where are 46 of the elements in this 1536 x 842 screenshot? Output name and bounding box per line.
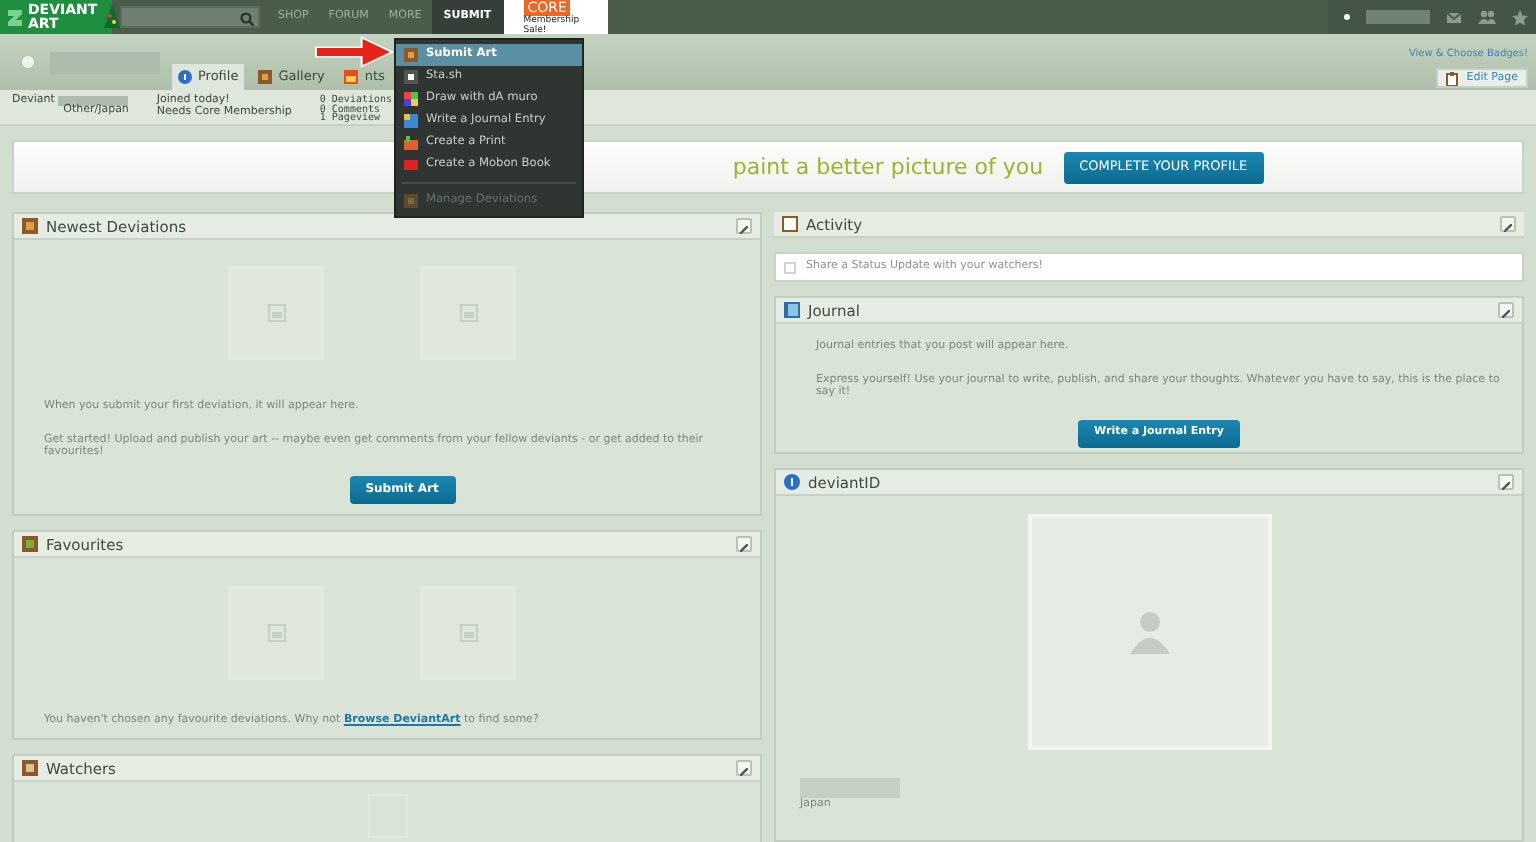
frame-icon bbox=[404, 194, 418, 208]
redacted-name bbox=[58, 96, 129, 106]
status-dot-icon bbox=[1344, 14, 1350, 20]
edit-button[interactable] bbox=[1500, 216, 1516, 232]
print-icon bbox=[344, 70, 359, 84]
arrow-icon bbox=[314, 36, 394, 68]
pencil-icon bbox=[1502, 481, 1510, 490]
square-icon bbox=[404, 70, 418, 84]
image-icon bbox=[459, 304, 477, 322]
star-icon[interactable] bbox=[1512, 9, 1528, 25]
edit-button[interactable] bbox=[1498, 302, 1514, 318]
search-icon[interactable] bbox=[240, 12, 254, 26]
book-icon bbox=[404, 158, 418, 172]
mail-icon[interactable] bbox=[1446, 11, 1462, 23]
tree-icon bbox=[101, 2, 122, 32]
checkbox-icon bbox=[784, 261, 796, 273]
image-icon bbox=[459, 624, 477, 642]
pencil-icon bbox=[740, 543, 748, 552]
print-icon bbox=[404, 136, 418, 150]
image-icon bbox=[267, 304, 285, 322]
frame-icon bbox=[22, 760, 38, 776]
book-icon bbox=[784, 302, 800, 318]
palette-icon bbox=[404, 92, 418, 106]
info-icon bbox=[784, 474, 800, 490]
edit-button[interactable] bbox=[1498, 474, 1514, 490]
clipboard-icon bbox=[782, 216, 798, 232]
logo-mark-icon bbox=[6, 7, 24, 27]
image-icon bbox=[267, 624, 285, 642]
pencil-icon bbox=[740, 225, 748, 234]
banner-text: paint a better picture of you bbox=[732, 153, 1044, 181]
info-icon bbox=[178, 70, 192, 84]
clipboard-icon bbox=[1446, 71, 1459, 85]
pencil-icon bbox=[740, 767, 748, 776]
pencil-icon bbox=[1504, 223, 1512, 232]
search-field[interactable] bbox=[120, 6, 260, 28]
edit-button[interactable] bbox=[736, 218, 752, 234]
people-icon[interactable] bbox=[1478, 10, 1496, 24]
edit-button[interactable] bbox=[736, 536, 752, 552]
journal-icon bbox=[404, 114, 418, 128]
edit-button[interactable] bbox=[736, 760, 752, 776]
frame-icon bbox=[404, 48, 418, 62]
person-icon bbox=[1128, 610, 1172, 654]
frame-icon bbox=[22, 536, 38, 552]
pencil-icon bbox=[1502, 309, 1510, 318]
frame-icon bbox=[22, 218, 38, 234]
frame-icon bbox=[258, 70, 273, 84]
